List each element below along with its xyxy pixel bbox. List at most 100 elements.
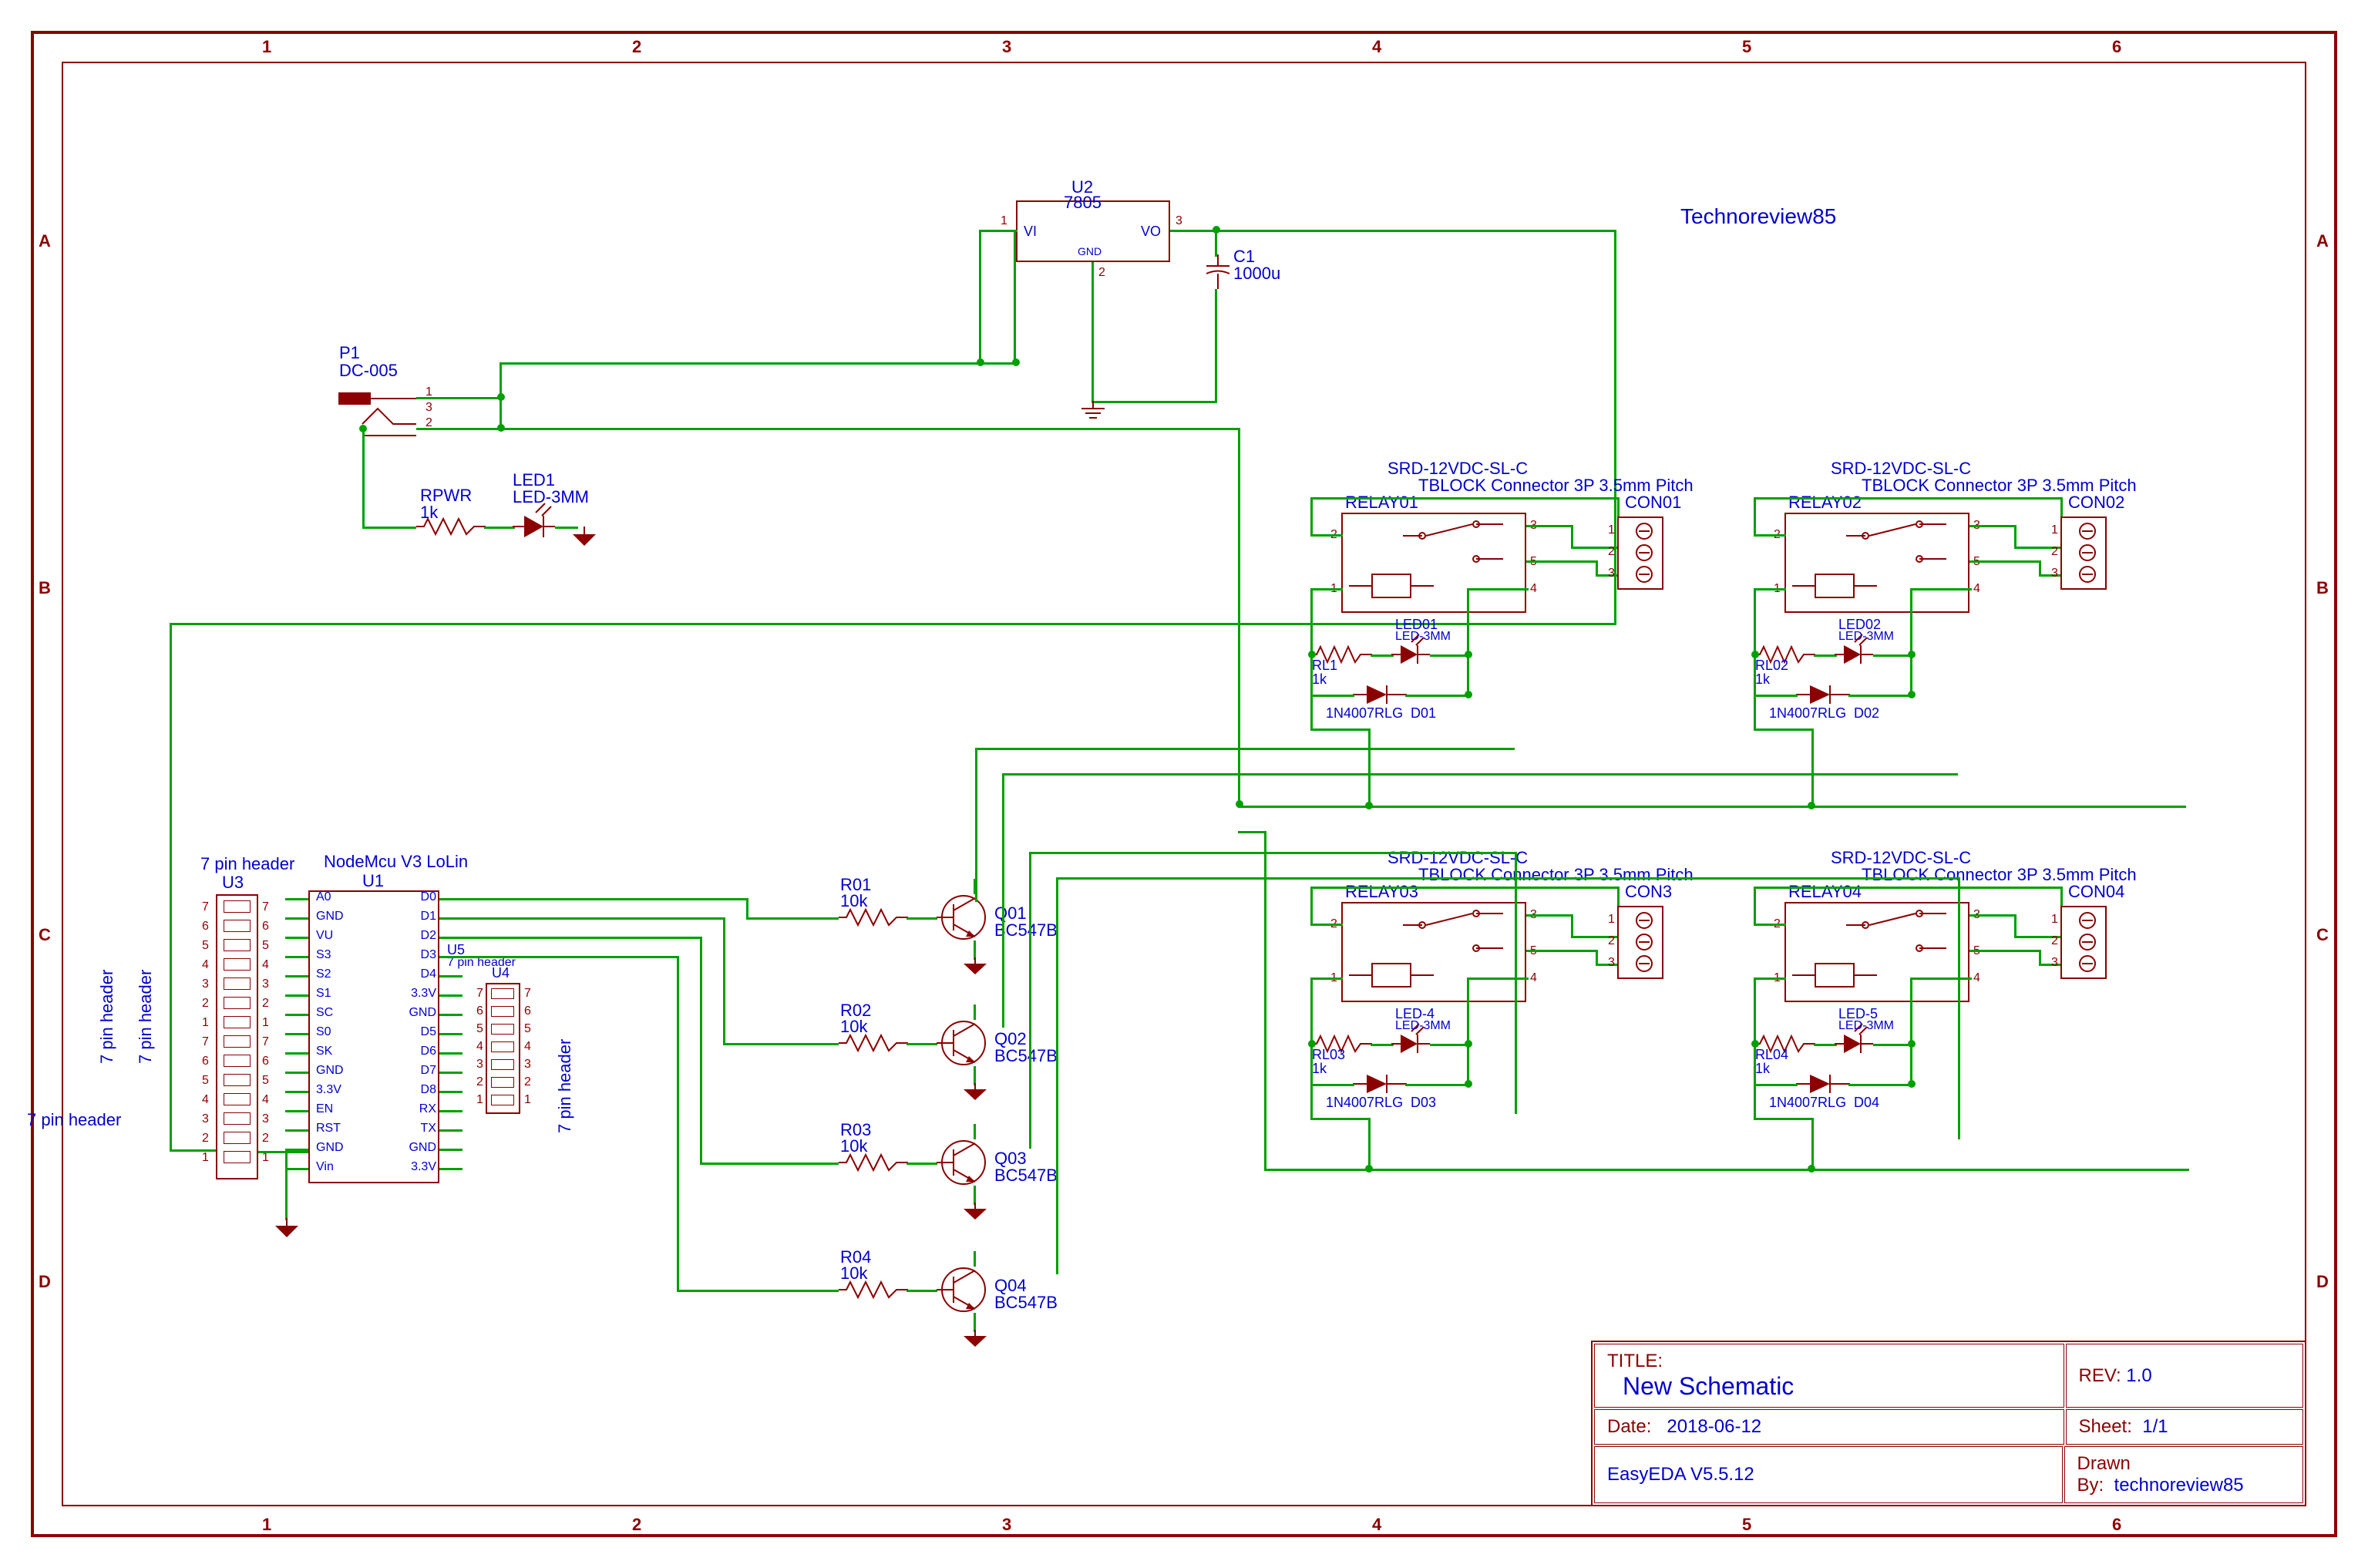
- d-ref: D01: [1411, 705, 1436, 722]
- mcu-pin-left: GND: [316, 1064, 344, 1078]
- relay-internal-icon: [1349, 520, 1519, 605]
- side-text-l2: 7 pin header: [136, 970, 156, 1064]
- mcu-ref: U1: [362, 871, 384, 891]
- grid-col-5-top: 5: [1742, 37, 1751, 57]
- grid-col-2-top: 2: [632, 37, 641, 57]
- r-val: 10k: [840, 891, 867, 911]
- rl-val: 1k: [1312, 671, 1327, 688]
- terminal-icon: [1633, 911, 1656, 973]
- header-pin: [224, 1035, 251, 1048]
- side-text-r: 7 pin header: [555, 1039, 575, 1133]
- u3-ref: U3: [222, 873, 244, 893]
- relay-ref: RELAY04: [1788, 882, 1862, 902]
- relay-internal-icon: [1792, 910, 1962, 994]
- mcu-pin-right: TX: [401, 1122, 436, 1136]
- tb-drawn: technoreview85: [2114, 1475, 2244, 1496]
- led-type: LED-3MM: [1838, 630, 1894, 644]
- header-pin: [224, 920, 251, 932]
- mcu-pin-left: GND: [316, 910, 344, 924]
- grid-col-1-top: 1: [262, 37, 271, 57]
- gnd-icon: [570, 527, 598, 550]
- d-ref: D04: [1854, 1095, 1879, 1111]
- header-pin: [224, 1074, 251, 1086]
- d-type: 1N4007RLG: [1769, 1095, 1846, 1111]
- tb-date: 2018-06-12: [1667, 1416, 1761, 1437]
- transistor-icon: [937, 1136, 991, 1189]
- d-type: 1N4007RLG: [1326, 1095, 1403, 1111]
- led-type: LED-3MM: [1395, 1019, 1451, 1033]
- mcu-pin-right: D6: [401, 1045, 436, 1058]
- mcu-pin-right: 3.3V: [401, 1160, 436, 1174]
- r-val: 10k: [840, 1263, 867, 1284]
- header-pin: [224, 997, 251, 1009]
- title-block: TITLE: New Schematic REV: 1.0 Date: 2018…: [1591, 1341, 2306, 1506]
- header-pin: [491, 1024, 514, 1035]
- relay-ref: RELAY03: [1345, 882, 1418, 902]
- grid-row-a-r: A: [2316, 231, 2329, 251]
- mcu-pin-left: A0: [316, 890, 331, 904]
- grid-row-a-l: A: [39, 231, 51, 251]
- q-type: BC547B: [994, 1166, 1058, 1186]
- q-type: BC547B: [994, 1046, 1058, 1066]
- mcu-pin-left: EN: [316, 1102, 333, 1116]
- gnd-icon: [961, 1203, 989, 1223]
- header-pin: [491, 1041, 514, 1052]
- tb-date-label: Date:: [1607, 1416, 1651, 1437]
- mcu-pin-right: D8: [401, 1083, 436, 1097]
- schematic-inner-frame: [62, 62, 2306, 1506]
- mcu-pin-left: S1: [316, 987, 331, 1001]
- reg-gnd: GND: [1078, 245, 1102, 257]
- gnd-icon: [961, 1330, 989, 1350]
- grid-row-b-l: B: [39, 578, 51, 598]
- wire: [416, 397, 501, 399]
- grid-row-c-r: C: [2316, 925, 2329, 945]
- tb-title: New Schematic: [1623, 1372, 1794, 1400]
- tb-title-label: TITLE:: [1607, 1351, 1663, 1371]
- con-ref: CON02: [2068, 493, 2124, 513]
- tb-tool: EasyEDA V5.5.12: [1594, 1446, 2063, 1503]
- con-ref: CON01: [1625, 493, 1681, 513]
- header-pin: [224, 1016, 251, 1028]
- mcu-pin-right: D2: [401, 929, 436, 943]
- transistor-icon: [937, 890, 991, 944]
- grid-col-1-bot: 1: [262, 1515, 271, 1535]
- reg-type: 7805: [1064, 193, 1102, 213]
- reg-vo: VO: [1141, 224, 1161, 240]
- mcu-pin-left: SC: [316, 1006, 333, 1020]
- mcu-pin-right: D5: [401, 1025, 436, 1039]
- rl-val: 1k: [1755, 671, 1770, 688]
- grid-col-6-top: 6: [2112, 37, 2121, 57]
- reg-vi: VI: [1024, 224, 1037, 240]
- mcu-pin-left: S3: [316, 948, 331, 962]
- header-pin: [491, 1077, 514, 1088]
- r-val: 10k: [840, 1136, 867, 1156]
- capacitor-icon: [1202, 254, 1233, 293]
- header-pin: [224, 1055, 251, 1067]
- tb-rev-label: REV:: [2079, 1365, 2121, 1386]
- mcu-pin-right: GND: [401, 1141, 436, 1155]
- mcu-pin-right: D3: [401, 948, 436, 962]
- d-ref: D03: [1411, 1095, 1436, 1111]
- d-type: 1N4007RLG: [1769, 705, 1846, 722]
- gnd-icon: [273, 1218, 301, 1241]
- con-ref: CON04: [2068, 882, 2124, 902]
- rl-val: 1k: [1312, 1061, 1327, 1077]
- mcu-pin-right: D0: [401, 890, 436, 904]
- tb-rev: 1.0: [2126, 1365, 2151, 1386]
- led-type: LED-3MM: [1838, 1019, 1894, 1033]
- header-pin: [224, 1112, 251, 1125]
- u3-type: 7 pin header: [200, 854, 294, 874]
- mcu-type: NodeMcu V3 LoLin: [324, 852, 468, 872]
- mcu-pin-right: 3.3V: [401, 987, 436, 1001]
- header-pin: [224, 1093, 251, 1105]
- r-val: 10k: [840, 1017, 867, 1037]
- branding-text: Technoreview85: [1680, 204, 1836, 229]
- mcu-pin-left: RST: [316, 1122, 341, 1136]
- header-pin: [491, 1006, 514, 1017]
- diode-icon: [1353, 1070, 1407, 1098]
- terminal-icon: [2076, 911, 2099, 973]
- header-pin: [491, 1059, 514, 1070]
- header-pin: [491, 1095, 514, 1105]
- grid-row-d-r: D: [2316, 1272, 2329, 1292]
- mcu-pin-left: SK: [316, 1045, 332, 1058]
